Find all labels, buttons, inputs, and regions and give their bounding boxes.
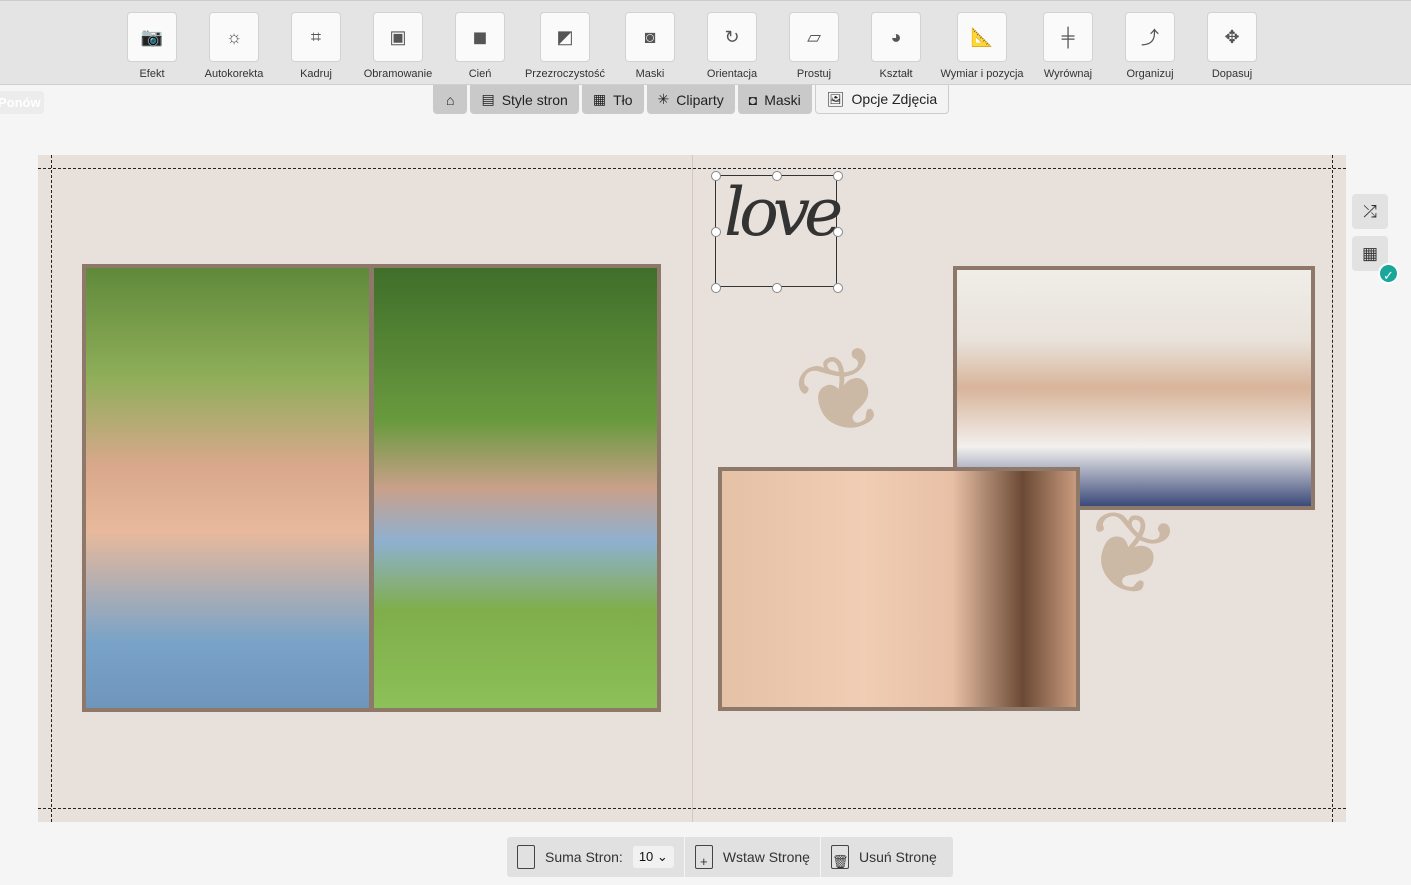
align-icon: ╪	[1043, 12, 1093, 62]
shape-icon: ◕	[871, 12, 921, 62]
resize-handle[interactable]	[711, 283, 721, 293]
tool-maski[interactable]: ◙ Maski	[605, 12, 695, 80]
straighten-icon: ▱	[789, 12, 839, 62]
tool-label: Wyrównaj	[1043, 68, 1093, 80]
arrange-icon: ⤴	[1125, 12, 1175, 62]
resize-handle[interactable]	[833, 227, 843, 237]
tab-opcje-zdjęcia[interactable]: 🖼 Opcje Zdjęcia	[814, 85, 950, 114]
total-pages-value: 10	[638, 849, 654, 864]
tab-bar: ⌂ ▤ Style stron ▦ Tło ✳ Cliparty ◘ Maski 🖼 Opcje Z…	[433, 85, 950, 114]
tool-prostuj[interactable]: ▱ Prostuj	[769, 12, 859, 80]
tool-label: Maski	[635, 68, 665, 80]
love-clipart-text: love	[724, 174, 843, 251]
leaf-decoration: ❦	[779, 320, 909, 469]
rotate-icon: ↻	[707, 12, 757, 62]
brightness-icon: ☼	[209, 12, 259, 62]
pages-icon	[517, 845, 535, 869]
resize-handle[interactable]	[711, 171, 721, 181]
tab-home[interactable]: ⌂	[433, 85, 468, 114]
mask-icon: ◙	[625, 12, 675, 62]
ruler-icon: 📐	[957, 12, 1007, 62]
tool-efekt[interactable]: 📷 Efekt	[107, 12, 197, 80]
border-frame-icon: ▣	[373, 12, 423, 62]
tab-maski[interactable]: ◘ Maski	[737, 85, 812, 114]
photo-frame-right-bottom[interactable]	[718, 467, 1080, 711]
family-photo-2[interactable]	[374, 268, 657, 708]
tool-organizuj[interactable]: ⤴ Organizuj	[1105, 12, 1195, 80]
tool-autokorekta[interactable]: ☼ Autokorekta	[189, 12, 279, 80]
shadow-icon: ◼	[455, 12, 505, 62]
tool-label: Prostuj	[796, 68, 832, 80]
resize-handle[interactable]	[772, 283, 782, 293]
tool-dopasuj[interactable]: ✥ Dopasuj	[1187, 12, 1277, 80]
resize-handle[interactable]	[833, 283, 843, 293]
home-icon: ⌂	[446, 91, 455, 108]
tab-cliparty[interactable]: ✳ Cliparty	[646, 85, 735, 114]
tool-label: Kształt	[879, 68, 913, 80]
tool-wyrównaj[interactable]: ╪ Wyrównaj	[1023, 12, 1113, 80]
page-style-icon: ▤	[481, 91, 495, 107]
tab-label: Maski	[764, 91, 801, 108]
resize-handle[interactable]	[772, 171, 782, 181]
tool-label: Wymiar i pozycja	[940, 68, 1024, 80]
tab-label: Cliparty	[676, 91, 724, 108]
tool-label: Przezroczystość	[524, 68, 606, 80]
tab-style-stron[interactable]: ▤ Style stron	[470, 85, 579, 114]
tool-label: Organizuj	[1126, 68, 1174, 80]
family-photo-4[interactable]	[722, 471, 1076, 707]
add-page-icon: +	[694, 845, 713, 869]
tab-label: Style stron	[501, 91, 568, 108]
tool-orientacja[interactable]: ↻ Orientacja	[687, 12, 777, 80]
tool-label: Kadruj	[300, 68, 332, 80]
photo-options-icon: 🖼	[826, 90, 845, 107]
shuffle-layout-button[interactable]: ⤮	[1352, 194, 1388, 229]
tool-przezroczystość[interactable]: ◩ Przezroczystość	[520, 12, 610, 80]
tool-label: Obramowanie	[363, 68, 433, 80]
safe-margin-left	[51, 155, 52, 822]
camera-star-icon: 📷	[127, 12, 177, 62]
background-icon: ▦	[592, 91, 607, 107]
resize-handle[interactable]	[711, 227, 721, 237]
resize-handle[interactable]	[833, 171, 843, 181]
safe-margin-right	[1332, 155, 1333, 822]
delete-page-button[interactable]: 🗑 Usuń Stronę	[821, 837, 947, 877]
tool-label: Cień	[468, 68, 492, 80]
insert-page-button[interactable]: + Wstaw Stronę	[685, 837, 821, 877]
tool-label: Dopasuj	[1211, 68, 1253, 80]
tool-label: Efekt	[139, 68, 165, 80]
tool-kształt[interactable]: ◕ Kształt	[851, 12, 941, 80]
family-photo-1[interactable]	[86, 268, 369, 708]
tool-cień[interactable]: ◼ Cień	[435, 12, 525, 80]
layout-icon: ▦	[1361, 243, 1379, 263]
transparency-icon: ◩	[540, 12, 590, 62]
tool-label: Autokorekta	[204, 68, 264, 80]
mask-icon: ◘	[748, 91, 758, 108]
tool-obramowanie[interactable]: ▣ Obramowanie	[353, 12, 443, 80]
redo-button[interactable]: Ponów	[0, 91, 44, 114]
album-spread[interactable]: ❦ ❦ love	[38, 155, 1346, 822]
tab-tło[interactable]: ▦ Tło	[581, 85, 644, 114]
page-spine	[692, 155, 693, 822]
tool-label: Orientacja	[706, 68, 758, 80]
total-pages-label: Suma Stron:	[545, 849, 623, 865]
love-clipart-selected[interactable]: love	[711, 171, 843, 293]
delete-page-label: Usuń Stronę	[858, 849, 937, 865]
crop-icon: ⌗	[291, 12, 341, 62]
tool-kadruj[interactable]: ⌗ Kadruj	[271, 12, 361, 80]
tab-label: Opcje Zdjęcia	[851, 91, 938, 107]
toolbar: 📷 Efekt ☼ Autokorekta ⌗ Kadruj ▣ Obramowanie ◼ Ci…	[0, 0, 1411, 85]
tool-wymiar-i-pozycja[interactable]: 📐 Wymiar i pozycja	[937, 12, 1027, 80]
shuffle-icon: ⤮	[1363, 201, 1377, 221]
total-pages: Suma Stron: 10 ⌄	[507, 837, 685, 877]
page-controls: Suma Stron: 10 ⌄ + Wstaw Stronę 🗑 Usuń S…	[507, 837, 953, 877]
check-icon: ✓	[1378, 263, 1399, 284]
insert-page-label: Wstaw Stronę	[722, 849, 810, 865]
tab-label: Tło	[613, 91, 633, 108]
clipart-icon: ✳	[657, 91, 670, 107]
photo-frame-left[interactable]	[82, 264, 661, 712]
total-pages-select[interactable]: 10 ⌄	[632, 846, 674, 868]
delete-page-icon: 🗑	[830, 845, 849, 869]
move-icon: ✥	[1207, 12, 1257, 62]
